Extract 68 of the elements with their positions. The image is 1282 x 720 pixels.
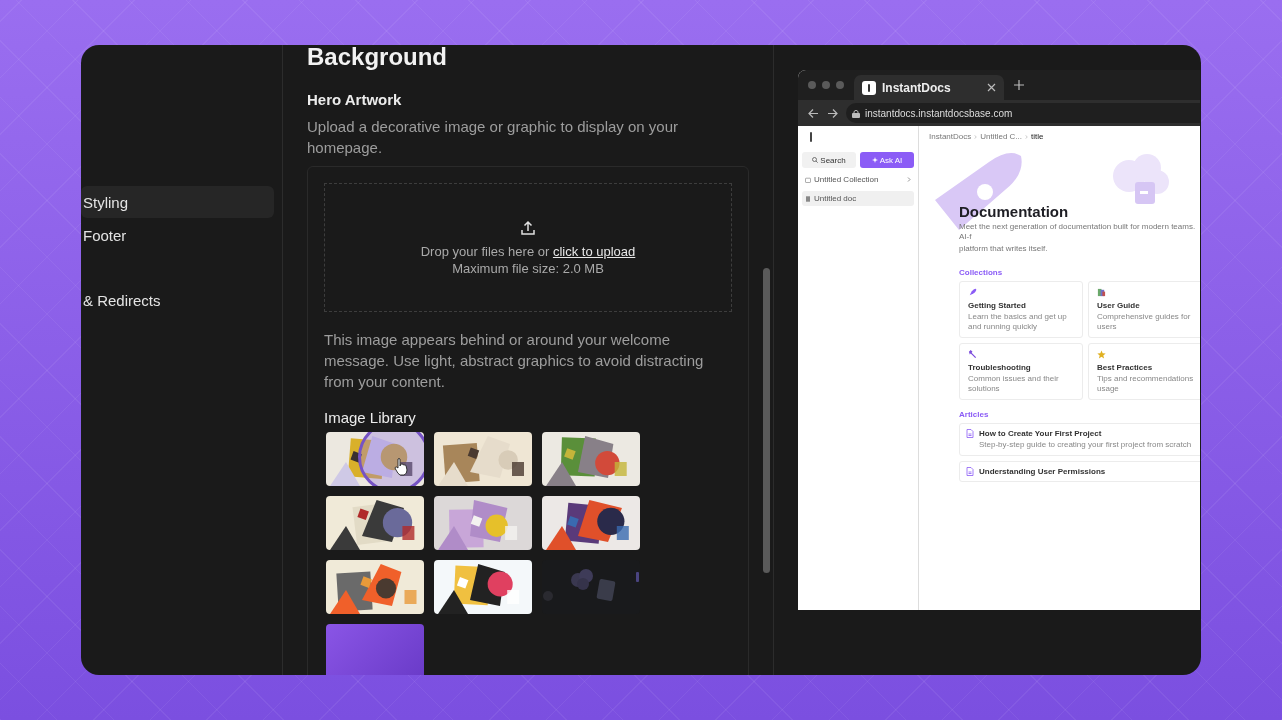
close-icon[interactable] [987,83,996,92]
gradient-swatch[interactable] [326,624,424,675]
chevron-icon [907,177,911,182]
document-icon [805,195,811,202]
favicon-icon [862,80,876,95]
scrollbar-thumb[interactable] [763,268,770,573]
window-controls-icon [808,81,844,89]
article-card[interactable]: Understanding User Permissions [959,461,1200,482]
books-icon [1097,288,1106,297]
star-icon [1097,350,1106,359]
card-title: Best Practices [1097,363,1154,372]
field-description: Upload a decorative image or graphic to display on your homepage. [307,117,680,158]
card-description: Learn the basics and get up and running quickly [968,312,1068,332]
nav-label: Untitled doc [814,194,857,203]
search-button[interactable]: Search [802,152,856,168]
new-tab-icon[interactable] [1014,80,1024,90]
forward-icon[interactable] [827,107,838,119]
upload-dropzone[interactable]: Drop your files here or click to upload Maximum file size: 2.0 MB [324,183,732,312]
card-description: Tips and recommendations usage [1097,374,1195,394]
article-description: Step-by-step guide to creating your first project from scratch [979,440,1192,450]
field-label: Hero Artwork [307,91,403,108]
search-icon [812,157,819,163]
breadcrumb-item[interactable]: InstantDocs [929,132,972,141]
upload-link[interactable]: click to upload [552,243,636,259]
library-title: Image Library [324,409,417,426]
card-title: Troubleshooting [968,363,1032,372]
file-size-limit: Maximum file size: 2.0 MB [452,260,604,276]
nav-label: Untitled Collection [814,175,879,184]
breadcrumb-item[interactable]: Untitled C... [980,132,1023,141]
collection-card[interactable]: Troubleshooting Common issues and their solutions [959,343,1083,400]
tab-title: InstantDocs [882,80,951,95]
card-description: Common issues and their solutions [968,374,1060,394]
breadcrumb-item[interactable]: title [1031,132,1044,141]
folder-icon [805,176,811,183]
browser-tab[interactable]: InstantDocs [854,75,1004,100]
article-title: How to Create Your First Project [979,429,1103,438]
address-bar[interactable]: instantdocs.instantdocsbase.com [846,103,1200,123]
upload-icon [520,219,536,236]
pointer-icon [394,458,408,476]
card-title: Getting Started [968,301,1027,310]
page-title: Documentation [959,203,1070,220]
sidebar-item[interactable]: & Redirects [81,284,274,316]
back-icon[interactable] [808,107,819,119]
article-card[interactable]: How to Create Your First Project Step-by-step guide to creating your first project from scratch [959,423,1200,456]
rocket-icon [968,288,977,297]
page-description: platform that writes itself. [959,244,1049,254]
url-text: instantdocs.instantdocsbase.com [865,107,1013,119]
lock-icon [852,108,860,118]
sidebar-item[interactable]: Footer [81,219,274,251]
wrench-icon [968,350,977,359]
collection-card[interactable]: User Guide Comprehensive guides for users [1088,281,1200,338]
nav-item[interactable]: Untitled Collection [802,172,914,187]
upload-prompt: Drop your files here or click to upload [420,243,636,259]
sparkle-icon [871,157,878,163]
collection-card[interactable]: Getting Started Learn the basics and get up and running quickly [959,281,1083,338]
document-icon [966,429,974,438]
section-heading: Collections [959,268,1004,277]
article-title: Understanding User Permissions [979,467,1106,476]
section-title: Background [307,45,448,69]
card-description: Comprehensive guides for users [1097,312,1192,332]
document-icon [966,467,974,476]
sidebar-item[interactable]: Styling [81,186,274,218]
ask-ai-button[interactable]: Ask AI [860,152,914,168]
card-title: User Guide [1097,301,1141,310]
nav-item[interactable]: Untitled doc [802,191,914,206]
help-text: This image appears behind or around your welcome message. Use light, abstract graphics to avoid distracting from your content. [324,330,705,392]
section-heading: Articles [959,410,990,419]
collection-card[interactable]: Best Practices Tips and recommendations usage [1088,343,1200,400]
